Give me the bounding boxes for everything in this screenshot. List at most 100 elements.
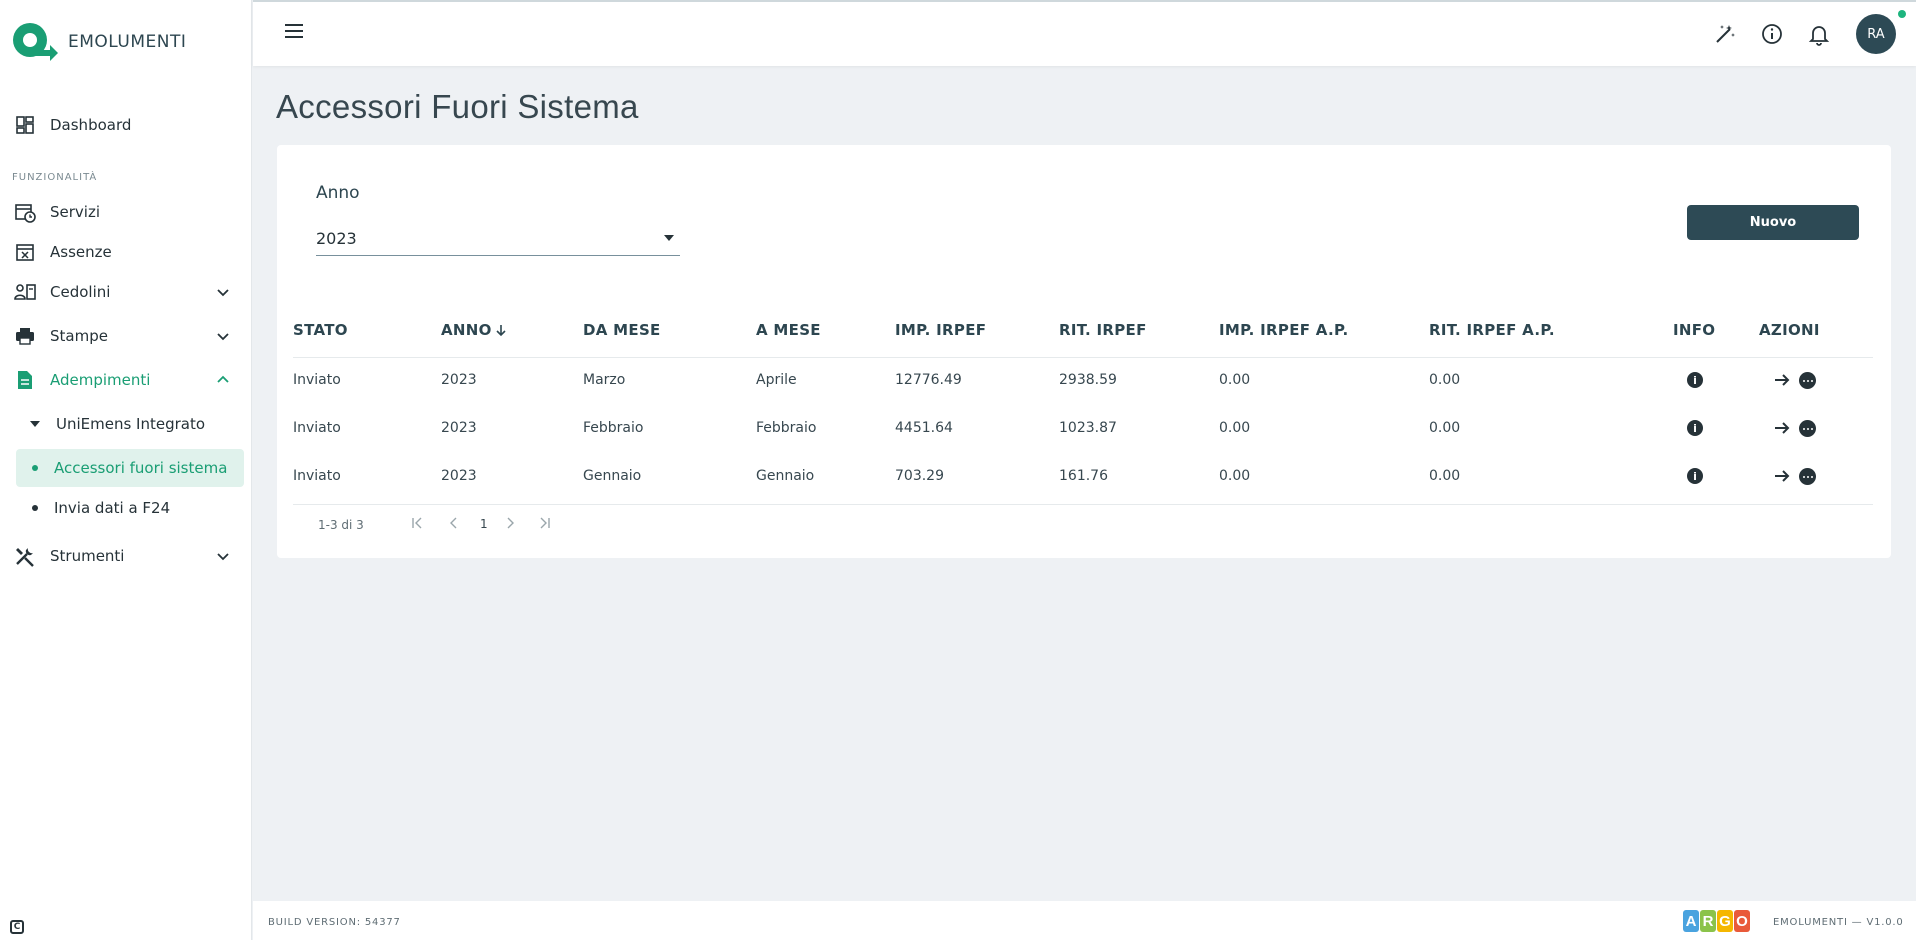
sidebar-item-strumenti[interactable]: Strumenti <box>14 538 244 574</box>
chevron-down-icon <box>217 289 229 297</box>
sidebar-item-servizi[interactable]: Servizi <box>14 194 244 230</box>
cell-imp-irpef: 703.29 <box>895 468 944 484</box>
brand[interactable]: EMOLUMENTI <box>10 20 186 64</box>
cell-anno: 2023 <box>441 420 477 436</box>
bell-icon[interactable] <box>1807 22 1831 46</box>
cell-imp-irpef-ap: 0.00 <box>1219 468 1251 484</box>
dashboard-icon <box>14 114 36 136</box>
sidebar-subitem-label: UniEmens Integrato <box>56 415 206 433</box>
last-page-icon[interactable] <box>536 515 552 531</box>
th-rit-irpef[interactable]: RIT. IRPEF <box>1059 321 1147 339</box>
cell-a-mese: Gennaio <box>756 468 815 484</box>
sidebar-subitem-accessori[interactable]: Accessori fuori sistema <box>16 449 244 487</box>
more-options-icon[interactable] <box>1799 420 1816 437</box>
argo-letter: A <box>1683 910 1699 932</box>
more-options-icon[interactable] <box>1799 468 1816 485</box>
anno-select-value: 2023 <box>316 229 357 248</box>
cell-imp-irpef-ap: 0.00 <box>1219 420 1251 436</box>
cell-imp-irpef-ap: 0.00 <box>1219 372 1251 388</box>
build-version: BUILD VERSION: 54377 <box>268 917 401 928</box>
cell-stato: Inviato <box>293 372 341 388</box>
cell-a-mese: Febbraio <box>756 420 817 436</box>
sidebar-item-label: Adempimenti <box>50 371 151 389</box>
topbar: RA <box>253 0 1916 66</box>
sidebar-item-label: Assenze <box>50 243 112 261</box>
payslip-icon <box>14 281 36 303</box>
arrow-right-icon[interactable] <box>1772 370 1792 390</box>
sidebar-item-assenze[interactable]: Assenze <box>14 234 244 270</box>
arrow-right-icon[interactable] <box>1772 418 1792 438</box>
auto-fix-icon[interactable] <box>1713 22 1737 46</box>
menu-icon[interactable] <box>285 24 303 40</box>
info-outline-icon[interactable] <box>1760 22 1784 46</box>
page-title: Accessori Fuori Sistema <box>276 88 639 125</box>
sidebar-item-adempimenti[interactable]: Adempimenti <box>14 362 244 398</box>
caret-down-icon <box>30 421 40 427</box>
table-row[interactable]: Inviato 2023 Febbraio Febbraio 4451.64 1… <box>293 406 1873 454</box>
th-a-mese[interactable]: A MESE <box>756 321 821 339</box>
sidebar-subitem-f24[interactable]: Invia dati a F24 <box>16 489 244 527</box>
cell-imp-irpef: 12776.49 <box>895 372 962 388</box>
next-page-icon[interactable] <box>502 515 518 531</box>
th-anno[interactable]: ANNO <box>441 321 508 339</box>
argo-letter: O <box>1734 910 1750 932</box>
calendar-x-icon <box>14 241 36 263</box>
argo-logo: A R G O <box>1683 910 1750 932</box>
th-da-mese[interactable]: DA MESE <box>583 321 661 339</box>
pagination: 1-3 di 3 1 <box>293 504 1873 544</box>
info-icon[interactable]: i <box>1687 468 1703 484</box>
cell-rit-irpef: 161.76 <box>1059 468 1108 484</box>
arrow-right-icon[interactable] <box>1772 466 1792 486</box>
anno-select[interactable]: 2023 <box>316 225 680 256</box>
table-row[interactable]: Inviato 2023 Gennaio Gennaio 703.29 161.… <box>293 454 1873 502</box>
copyright-icon[interactable]: C <box>10 920 24 934</box>
dropdown-arrow-icon <box>664 235 674 241</box>
cell-stato: Inviato <box>293 420 341 436</box>
cell-da-mese: Marzo <box>583 372 626 388</box>
sidebar-item-label: Stampe <box>50 327 108 345</box>
cell-rit-irpef-ap: 0.00 <box>1429 372 1461 388</box>
more-options-icon[interactable] <box>1799 372 1816 389</box>
sidebar-subitem-uniemens[interactable]: UniEmens Integrato <box>16 405 244 443</box>
app-logo-icon <box>13 23 58 61</box>
th-stato[interactable]: STATO <box>293 321 348 339</box>
sidebar: EMOLUMENTI Dashboard FUNZIONALITÀ Serviz… <box>0 0 252 940</box>
bullet-icon <box>32 465 38 471</box>
anno-label: Anno <box>316 183 360 203</box>
document-icon <box>14 369 36 391</box>
argo-letter: G <box>1717 910 1733 932</box>
table-header: STATO ANNO DA MESE A MESE IMP. IRPEF RIT… <box>293 313 1873 358</box>
cell-anno: 2023 <box>441 468 477 484</box>
avatar[interactable]: RA <box>1856 14 1896 54</box>
cell-rit-irpef: 2938.59 <box>1059 372 1117 388</box>
cell-rit-irpef: 1023.87 <box>1059 420 1117 436</box>
sidebar-item-stampe[interactable]: Stampe <box>14 318 244 354</box>
first-page-icon[interactable] <box>410 515 426 531</box>
bullet-icon <box>32 505 38 511</box>
sidebar-item-cedolini[interactable]: Cedolini <box>14 274 244 310</box>
prev-page-icon[interactable] <box>446 515 462 531</box>
info-icon[interactable]: i <box>1687 420 1703 436</box>
sidebar-item-label: Servizi <box>50 203 101 221</box>
argo-letter: R <box>1700 910 1716 932</box>
th-imp-irpef-ap[interactable]: IMP. IRPEF A.P. <box>1219 321 1349 339</box>
chevron-down-icon <box>217 553 229 561</box>
content-card: Anno 2023 Nuovo STATO ANNO DA MESE A MES… <box>277 145 1891 558</box>
new-button[interactable]: Nuovo <box>1687 205 1859 240</box>
sidebar-subitem-label: Invia dati a F24 <box>54 499 171 517</box>
th-rit-irpef-ap[interactable]: RIT. IRPEF A.P. <box>1429 321 1555 339</box>
cell-rit-irpef-ap: 0.00 <box>1429 468 1461 484</box>
sidebar-item-label: Dashboard <box>50 116 132 134</box>
page-number[interactable]: 1 <box>480 517 488 531</box>
online-status-dot <box>1898 10 1906 18</box>
sidebar-item-dashboard[interactable]: Dashboard <box>14 107 244 143</box>
info-icon[interactable]: i <box>1687 372 1703 388</box>
tools-icon <box>14 545 36 567</box>
th-imp-irpef[interactable]: IMP. IRPEF <box>895 321 986 339</box>
th-anno-label: ANNO <box>441 321 492 339</box>
printer-icon <box>14 325 36 347</box>
cell-stato: Inviato <box>293 468 341 484</box>
table-row[interactable]: Inviato 2023 Marzo Aprile 12776.49 2938.… <box>293 358 1873 406</box>
cell-rit-irpef-ap: 0.00 <box>1429 420 1461 436</box>
chevron-up-icon <box>217 375 229 383</box>
